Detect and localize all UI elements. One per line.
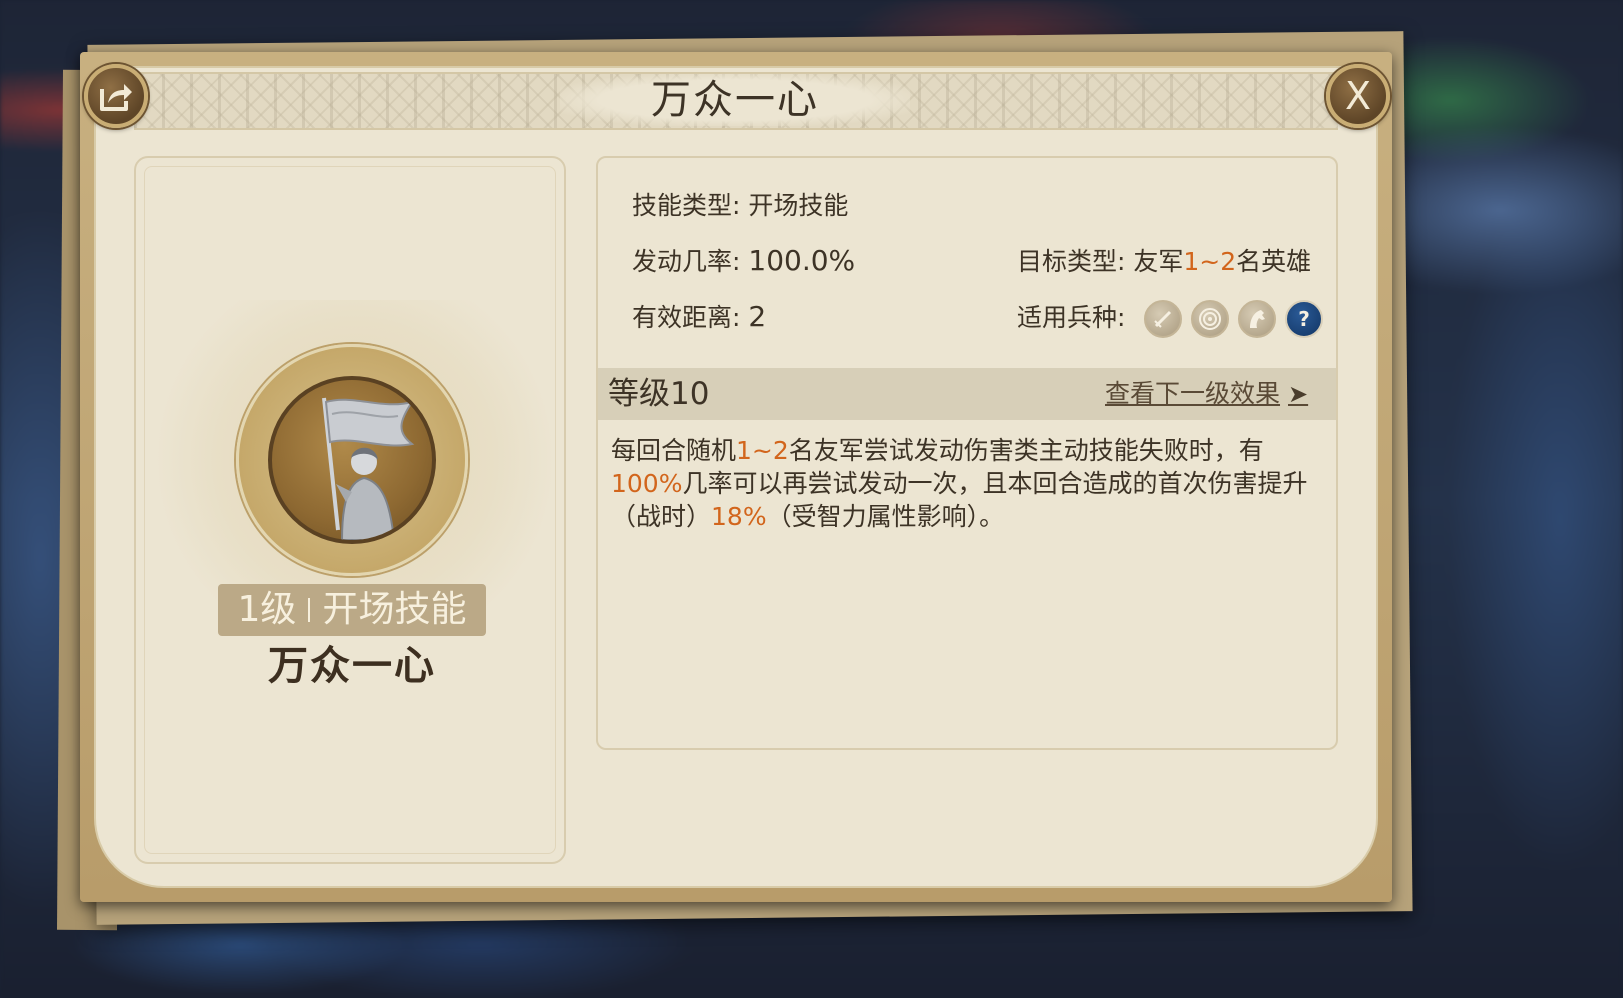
close-icon: X: [1344, 74, 1372, 118]
target-type-suffix: 名英雄: [1236, 247, 1312, 276]
trigger-rate-value: 100.0%: [748, 244, 856, 277]
trigger-rate-row: 发动几率: 100.0%: [632, 242, 855, 278]
sword-icon[interactable]: [1144, 300, 1182, 338]
troop-type-icons: ?: [1144, 300, 1323, 338]
question-icon[interactable]: ?: [1285, 300, 1323, 338]
description-text: 每回合随机: [611, 436, 737, 465]
range-value: 2: [748, 300, 767, 333]
dialog-title: 万众一心: [560, 74, 910, 126]
trigger-rate-label: 发动几率:: [632, 247, 741, 276]
skill-level-badge: 1级 开场技能: [218, 584, 486, 636]
question-glyph: ?: [1298, 307, 1310, 331]
troop-type-row: 适用兵种:: [1017, 298, 1125, 334]
target-type-row: 目标类型: 友军1~2名英雄: [1017, 242, 1311, 278]
share-icon: [100, 84, 132, 111]
badge-divider: [308, 598, 311, 622]
target-type-label: 目标类型:: [1017, 247, 1126, 276]
range-label: 有效距离:: [632, 303, 741, 332]
skill-icon: [268, 376, 436, 544]
skill-description: 每回合随机1~2名友军尝试发动伤害类主动技能失败时，有100%几率可以再尝试发动…: [611, 434, 1311, 533]
skill-type-label: 技能类型:: [632, 191, 741, 220]
close-button[interactable]: X: [1326, 64, 1390, 128]
description-text: 名友军尝试发动伤害类主动技能失败时，有: [788, 436, 1264, 465]
skill-type-row: 技能类型: 开场技能: [632, 186, 848, 222]
target-type-prefix: 友军: [1133, 247, 1184, 276]
share-button[interactable]: [84, 64, 148, 128]
troop-type-label: 适用兵种:: [1017, 303, 1126, 332]
horse-icon[interactable]: [1238, 300, 1276, 338]
skill-level: 1级: [237, 589, 297, 630]
arrow-right-icon: ➤: [1288, 380, 1309, 408]
description-chance: 100%: [611, 469, 683, 498]
description-damage-bonus: 18%: [711, 502, 767, 531]
description-text: （受智力属性影响）。: [766, 502, 1005, 531]
skill-name: 万众一心: [268, 643, 436, 689]
target-count: 1~2: [1183, 247, 1237, 276]
range-row: 有效距离: 2: [632, 298, 766, 334]
skill-level-label: 等级10: [608, 376, 710, 412]
next-level-effect-link[interactable]: 查看下一级效果 ➤: [1105, 368, 1308, 420]
next-level-link-text: 查看下一级效果: [1105, 379, 1281, 408]
description-target-count: 1~2: [736, 436, 789, 465]
target-icon[interactable]: [1191, 300, 1229, 338]
skill-trigger-type: 开场技能: [322, 589, 467, 630]
skill-type-value: 开场技能: [748, 191, 849, 220]
